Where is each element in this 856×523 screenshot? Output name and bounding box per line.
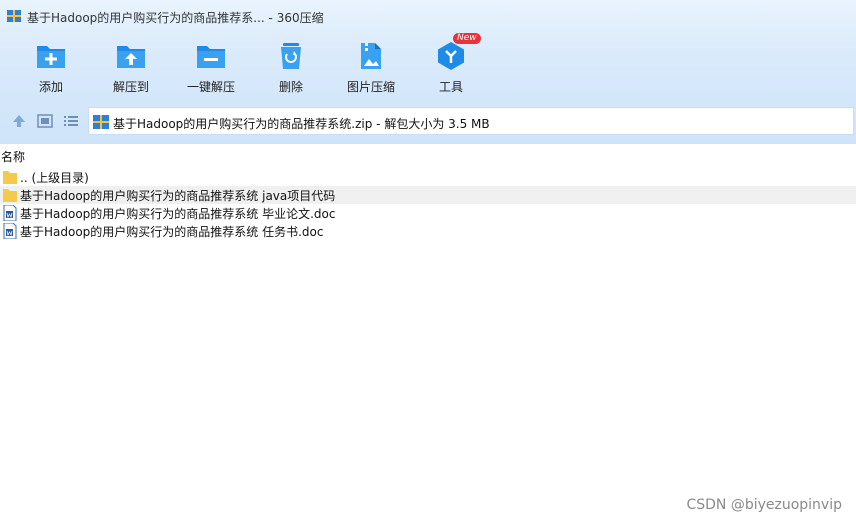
image-compress-button[interactable]: 图片压缩: [331, 36, 411, 98]
word-document-icon: [3, 223, 17, 239]
watermark: CSDN @biyezuopinvip: [686, 497, 842, 513]
one-click-extract-button[interactable]: 一键解压: [171, 36, 251, 98]
list-item-java-project-folder[interactable]: 基于Hadoop的用户购买行为的商品推荐系统 java项目代码: [0, 186, 856, 204]
one-click-extract-icon: [197, 46, 225, 68]
toolbar: 添加 解压到 一键解压 删除 图片压缩 New 工具: [0, 33, 856, 98]
one-click-extract-label: 一键解压: [186, 80, 235, 94]
list-item-parent-directory[interactable]: .. (上级目录): [0, 168, 856, 186]
word-document-icon: [3, 205, 17, 221]
file-list: .. (上级目录) 基于Hadoop的用户购买行为的商品推荐系统 java项目代…: [0, 168, 856, 240]
column-header-name[interactable]: 名称: [0, 146, 856, 166]
list-item-thesis-doc[interactable]: 基于Hadoop的用户购买行为的商品推荐系统 毕业论文.doc: [0, 204, 856, 222]
file-name: 基于Hadoop的用户购买行为的商品推荐系统 任务书.doc: [20, 225, 324, 239]
file-name: 基于Hadoop的用户购买行为的商品推荐系统 毕业论文.doc: [20, 207, 336, 221]
new-badge: New: [453, 33, 481, 44]
delete-button[interactable]: 删除: [251, 36, 331, 98]
folder-icon: [3, 171, 17, 184]
delete-label: 删除: [278, 80, 303, 94]
list-item-assignment-doc[interactable]: 基于Hadoop的用户购买行为的商品推荐系统 任务书.doc: [0, 222, 856, 240]
title-bar: 基于Hadoop的用户购买行为的商品推荐系... - 360压缩: [0, 0, 856, 32]
column-name-label: 名称: [1, 150, 26, 164]
tools-label: 工具: [438, 80, 463, 94]
add-icon: [37, 46, 65, 68]
add-label: 添加: [38, 80, 63, 94]
zip-file-icon: [93, 115, 109, 129]
add-button[interactable]: 添加: [11, 36, 91, 98]
delete-icon: [281, 43, 301, 69]
file-name: 基于Hadoop的用户购买行为的商品推荐系统 java项目代码: [20, 189, 336, 203]
extract-to-label: 解压到: [112, 80, 149, 94]
folder-icon: [3, 189, 17, 202]
archive-path: 基于Hadoop的用户购买行为的商品推荐系统.zip - 解包大小为 3.5 M…: [113, 117, 490, 131]
navigation-bar: 基于Hadoop的用户购买行为的商品推荐系统.zip - 解包大小为 3.5 M…: [0, 106, 856, 136]
archive-app-icon: [7, 10, 21, 22]
extract-to-button[interactable]: 解压到: [91, 36, 171, 98]
tools-icon: [438, 42, 464, 70]
extract-to-icon: [117, 46, 145, 68]
image-compress-label: 图片压缩: [346, 80, 395, 94]
window-title: 基于Hadoop的用户购买行为的商品推荐系... - 360压缩: [27, 11, 324, 25]
top-chrome: 基于Hadoop的用户购买行为的商品推荐系... - 360压缩 添加 解压到: [0, 0, 856, 144]
list-view-icon[interactable]: [63, 113, 79, 129]
image-compress-icon: [361, 43, 381, 69]
up-arrow-icon[interactable]: [11, 113, 27, 129]
tools-button[interactable]: New 工具: [411, 33, 491, 98]
file-name: .. (上级目录): [20, 171, 89, 185]
thumbnail-view-icon[interactable]: [37, 113, 53, 129]
path-bar[interactable]: 基于Hadoop的用户购买行为的商品推荐系统.zip - 解包大小为 3.5 M…: [88, 107, 854, 135]
